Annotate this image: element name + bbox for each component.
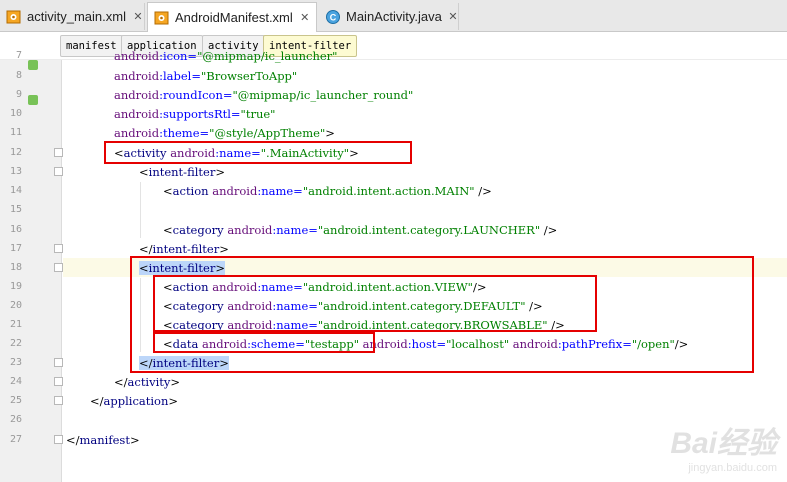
code-text: <action android:name="android.intent.act…: [163, 184, 492, 198]
line-number: 23: [9, 357, 22, 368]
line-number: 25: [9, 395, 22, 406]
line-number: 20: [9, 300, 22, 311]
fold-marker-icon[interactable]: [54, 244, 63, 253]
line-number: 15: [9, 204, 22, 215]
line-number: 21: [9, 319, 22, 330]
line-number: 11: [9, 127, 22, 138]
code-text: </intent-filter>: [139, 242, 229, 256]
code-line: 26: [0, 410, 787, 429]
code-text: <data android:scheme="testapp" android:h…: [163, 337, 689, 351]
code-text: android:roundIcon="@mipmap/ic_launcher_r…: [114, 88, 414, 102]
code-text: android:icon="@mipmap/ic_launcher": [114, 49, 338, 63]
line-number: 24: [9, 376, 22, 387]
fold-marker-icon[interactable]: [54, 377, 63, 386]
code-line: 13 <intent-filter>: [0, 162, 787, 181]
code-text: <action android:name="android.intent.act…: [163, 280, 487, 294]
code-text: </manifest>: [66, 433, 140, 447]
code-line: 20 <category android:name="android.inten…: [0, 296, 787, 315]
line-number: 19: [9, 281, 22, 292]
line-number: 10: [9, 108, 22, 119]
line-number: 18: [9, 262, 22, 273]
code-text: android:label="BrowserToApp": [114, 69, 298, 83]
watermark-brand: Bai经验: [670, 427, 777, 460]
line-number: 22: [9, 338, 22, 349]
code-line: 17 </intent-filter>: [0, 239, 787, 258]
indent-guide: [140, 278, 141, 352]
code-line: 7 android:icon="@mipmap/ic_launcher": [0, 46, 787, 65]
code-line: 21 <category android:name="android.inten…: [0, 315, 787, 334]
code-line: 12 <activity android:name=".MainActivity…: [0, 143, 787, 162]
line-number: 17: [9, 243, 22, 254]
fold-marker-icon[interactable]: [54, 435, 63, 444]
code-text: </intent-filter>: [139, 356, 229, 370]
code-line: 19 <action android:name="android.intent.…: [0, 277, 787, 296]
code-line: 23 </intent-filter>: [0, 353, 787, 372]
line-number: 13: [9, 166, 22, 177]
line-number: 16: [9, 224, 22, 235]
code-line: 16 <category android:name="android.inten…: [0, 220, 787, 239]
code-text: <activity android:name=".MainActivity">: [114, 146, 359, 160]
code-line: 11 android:theme="@style/AppTheme">: [0, 123, 787, 142]
fold-marker-icon[interactable]: [54, 148, 63, 157]
line-number: 7: [15, 50, 22, 61]
code-text: android:theme="@style/AppTheme">: [114, 126, 335, 140]
code-text: </activity>: [114, 375, 181, 389]
code-line: 25 </application>: [0, 391, 787, 410]
code-line: 24 </activity>: [0, 372, 787, 391]
code-text: <category android:name="android.intent.c…: [163, 299, 543, 313]
line-number: 8: [15, 70, 22, 81]
watermark-url: jingyan.baidu.com: [688, 462, 777, 474]
fold-marker-icon[interactable]: [54, 167, 63, 176]
android-icon[interactable]: [28, 55, 38, 70]
android-icon[interactable]: [28, 90, 38, 105]
code-text: <category android:name="android.intent.c…: [163, 223, 558, 237]
code-line: 15: [0, 200, 787, 219]
line-number: 26: [9, 414, 22, 425]
code-editor[interactable]: 7 android:icon="@mipmap/ic_launcher" 8 a…: [0, 0, 787, 482]
line-number: 9: [15, 89, 22, 100]
line-number: 27: [9, 434, 22, 445]
code-line: 10 android:supportsRtl="true": [0, 104, 787, 123]
line-number: 12: [9, 147, 22, 158]
code-line: 8 android:label="BrowserToApp": [0, 66, 787, 85]
watermark: Bai经验 jingyan.baidu.com: [670, 418, 777, 474]
code-line: 18 <intent-filter>: [0, 258, 787, 277]
code-line: 9 android:roundIcon="@mipmap/ic_launcher…: [0, 85, 787, 104]
fold-marker-icon[interactable]: [54, 396, 63, 405]
line-number: 14: [9, 185, 22, 196]
code-text: <intent-filter>: [139, 261, 225, 275]
code-line: 27 </manifest>: [0, 430, 787, 449]
code-text: <intent-filter>: [139, 165, 225, 179]
code-line: 14 <action android:name="android.intent.…: [0, 181, 787, 200]
code-text: android:supportsRtl="true": [114, 107, 276, 121]
code-text: </application>: [90, 394, 179, 408]
code-text: <category android:name="android.intent.c…: [163, 318, 565, 332]
fold-marker-icon[interactable]: [54, 263, 63, 272]
code-line: 22 <data android:scheme="testapp" androi…: [0, 334, 787, 353]
indent-guide: [140, 182, 141, 238]
fold-marker-icon[interactable]: [54, 358, 63, 367]
